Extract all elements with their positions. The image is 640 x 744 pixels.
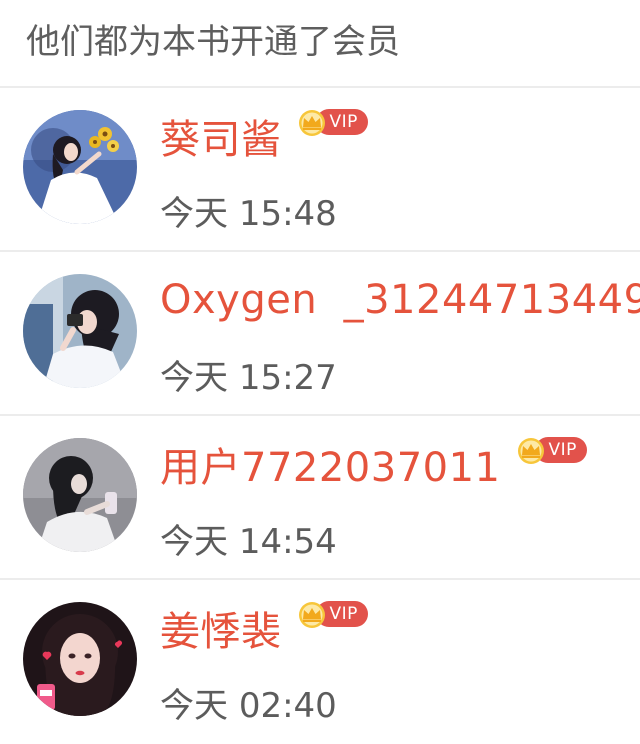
avatar[interactable] bbox=[23, 438, 137, 552]
join-time: 今天 14:54 bbox=[160, 514, 337, 563]
avatar[interactable] bbox=[23, 602, 137, 716]
vip-badge: VIP bbox=[296, 109, 368, 136]
avatar-girl-portrait-icon bbox=[23, 602, 137, 716]
avatar[interactable] bbox=[23, 274, 137, 388]
crown-icon bbox=[298, 602, 325, 628]
vip-badge: VIP bbox=[296, 601, 368, 628]
time-value: 14:54 bbox=[238, 522, 337, 562]
join-time: 今天 15:48 bbox=[160, 186, 337, 235]
member-row[interactable]: 葵司酱 VIP 今天 15:48 bbox=[0, 88, 640, 252]
avatar-girl-holding-drink-icon bbox=[23, 438, 137, 552]
member-name[interactable]: 用户7722037011 bbox=[160, 435, 501, 493]
avatar[interactable] bbox=[23, 110, 137, 224]
crown-icon bbox=[517, 438, 544, 464]
date-label: 今天 bbox=[160, 686, 228, 726]
member-row[interactable]: Oxygen _31244713449 今天 15:27 bbox=[0, 252, 640, 416]
vip-badge: VIP bbox=[515, 437, 587, 464]
section-title: 他们都为本书开通了会员 bbox=[26, 22, 400, 62]
member-name[interactable]: Oxygen _31244713449 bbox=[160, 277, 640, 323]
member-row[interactable]: 用户7722037011 VIP 今天 14:54 bbox=[0, 416, 640, 580]
date-label: 今天 bbox=[160, 194, 228, 234]
crown-icon bbox=[298, 110, 325, 136]
date-label: 今天 bbox=[160, 358, 228, 398]
member-name[interactable]: 姜悸裴 bbox=[160, 599, 282, 657]
member-row[interactable]: 姜悸裴 VIP 今天 02:40 bbox=[0, 580, 640, 744]
join-time: 今天 15:27 bbox=[160, 350, 337, 399]
section-header: 他们都为本书开通了会员 bbox=[0, 0, 640, 88]
join-time: 今天 02:40 bbox=[160, 678, 337, 727]
time-value: 15:27 bbox=[238, 358, 337, 398]
time-value: 02:40 bbox=[238, 686, 337, 726]
time-value: 15:48 bbox=[238, 194, 337, 234]
avatar-girl-taking-photo-icon bbox=[23, 274, 137, 388]
member-name[interactable]: 葵司酱 bbox=[160, 107, 282, 165]
date-label: 今天 bbox=[160, 522, 228, 562]
avatar-girl-sunflowers-icon bbox=[23, 110, 137, 224]
